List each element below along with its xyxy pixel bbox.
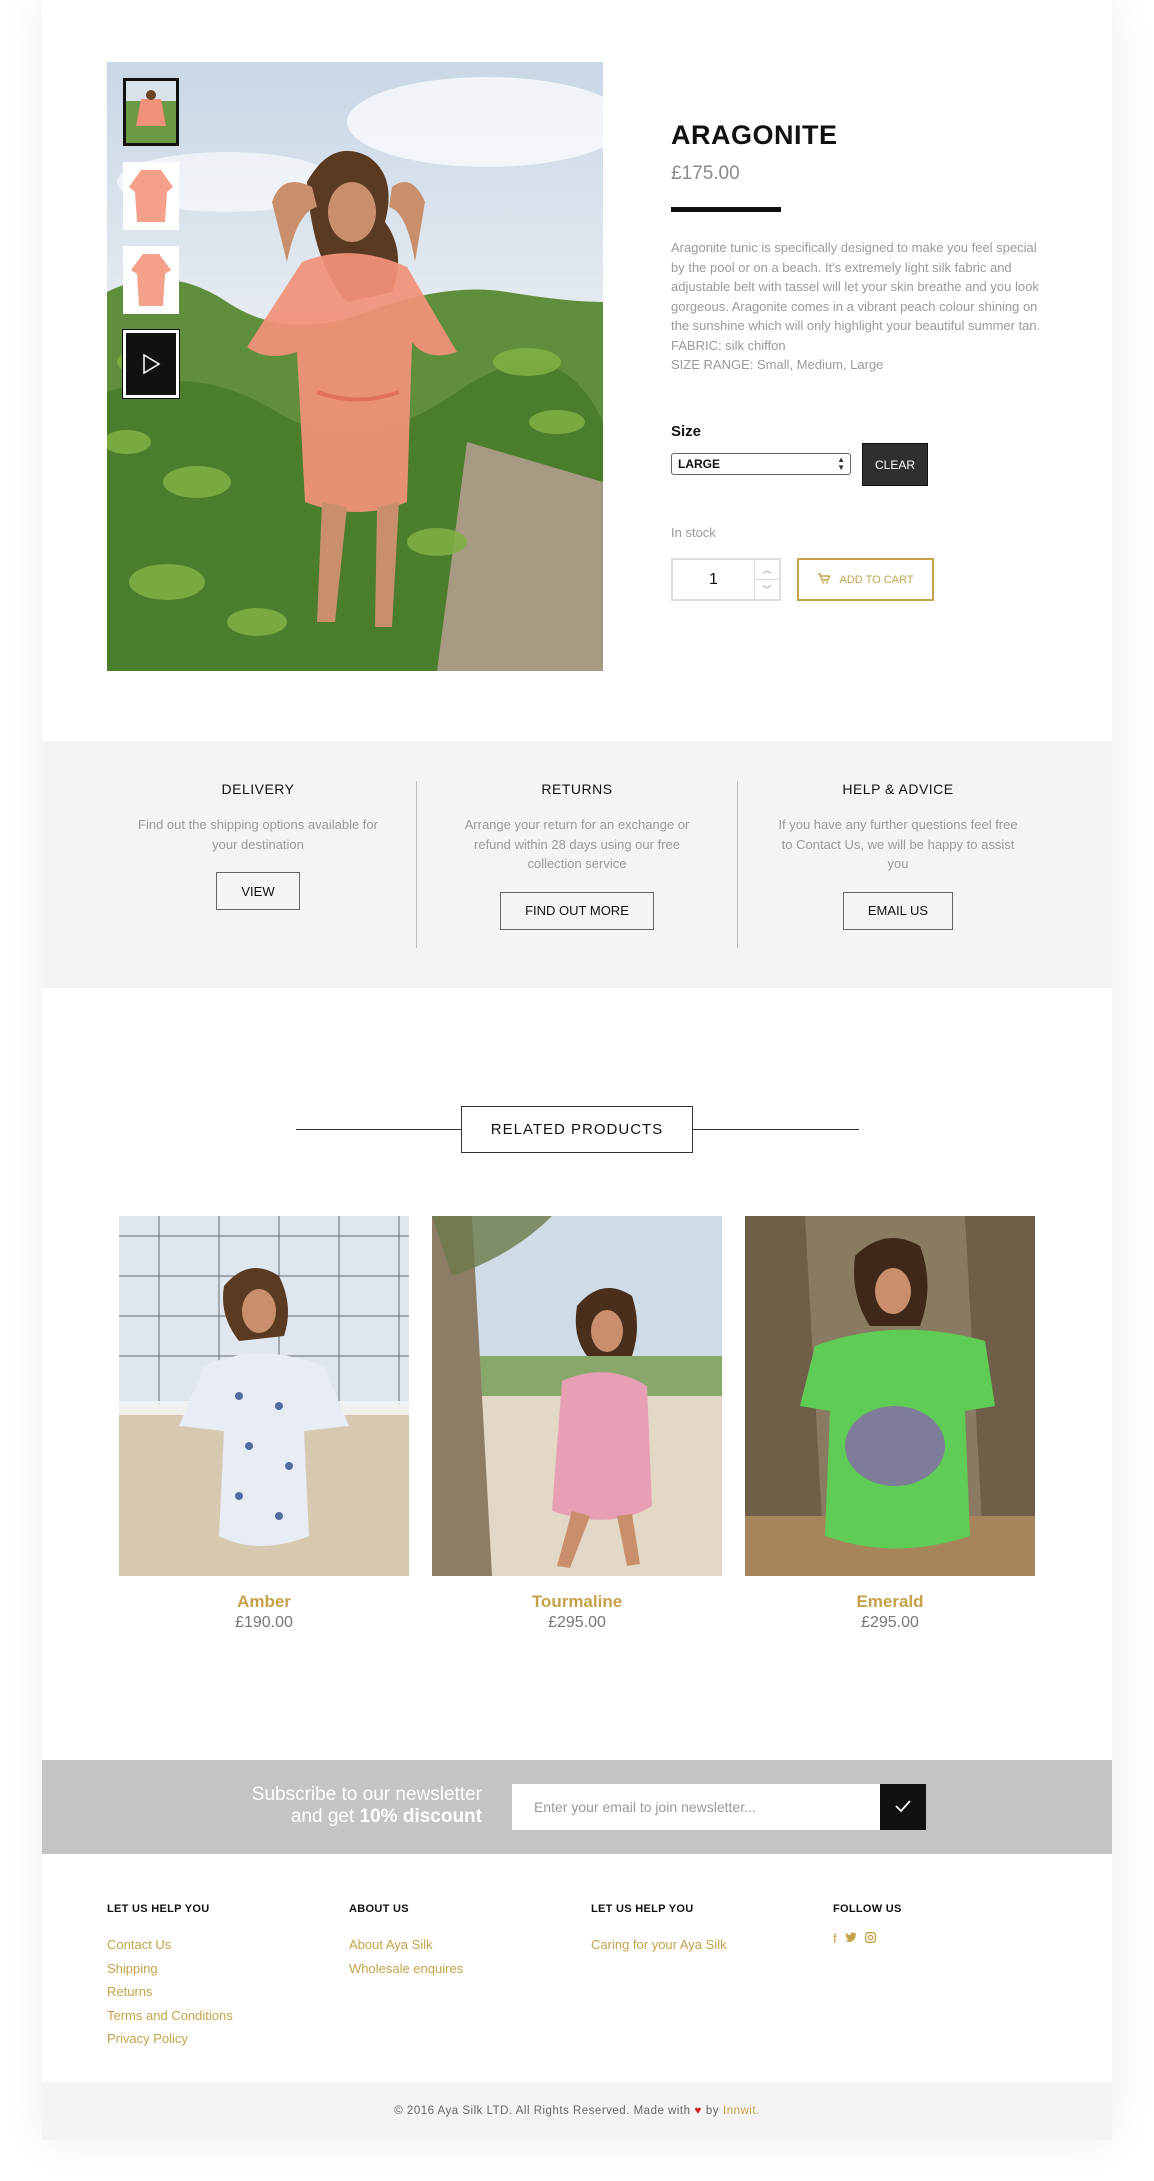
- newsletter-submit-button[interactable]: [880, 1784, 926, 1830]
- fabric-text: FABRIC: silk chiffon: [671, 337, 786, 353]
- quantity-step-buttons: ︿ ﹀: [755, 560, 779, 599]
- quantity-decrease-button[interactable]: ﹀: [755, 579, 779, 599]
- description-text: Aragonite tunic is specifically designed…: [671, 240, 1041, 333]
- related-product-price: £295.00: [861, 1614, 919, 1631]
- related-product-price: £190.00: [235, 1614, 293, 1631]
- newsletter-bar: Subscribe to our newsletter and get 10% …: [42, 1760, 1112, 1854]
- related-product-name[interactable]: Amber: [119, 1592, 409, 1612]
- footer-link-contact-us[interactable]: Contact Us: [107, 1933, 337, 1957]
- title-divider: [671, 207, 781, 212]
- instagram-icon[interactable]: [864, 1931, 876, 1946]
- returns-column: RETURNS Arrange your return for an excha…: [417, 781, 737, 930]
- related-product-name[interactable]: Tourmaline: [432, 1592, 722, 1612]
- related-product-image[interactable]: [432, 1216, 722, 1576]
- size-range-text: SIZE RANGE: Small, Medium, Large: [671, 357, 884, 372]
- footer-link-returns[interactable]: Returns: [107, 1980, 337, 2004]
- copyright-bar: © 2016 Aya Silk LTD. All Rights Reserved…: [42, 2082, 1112, 2140]
- select-arrows-icon: ▲ ▼: [837, 455, 845, 472]
- related-line-left: [296, 1129, 461, 1130]
- footer-column-follow: FOLLOW US f: [833, 1903, 1063, 1946]
- footer-heading: FOLLOW US: [833, 1903, 902, 1915]
- credit-link[interactable]: Innwit.: [723, 2105, 760, 2117]
- help-column: HELP & ADVICE If you have any further qu…: [738, 781, 1058, 930]
- facebook-icon[interactable]: f: [833, 1931, 837, 1946]
- thumbnail-1[interactable]: [123, 78, 179, 146]
- thumbnail-3[interactable]: [123, 246, 179, 314]
- delivery-text: Find out the shipping options available …: [138, 817, 378, 852]
- help-text: If you have any further questions feel f…: [778, 817, 1018, 871]
- footer-column-help: LET US HELP YOU Contact Us Shipping Retu…: [107, 1903, 337, 2051]
- add-to-cart-button[interactable]: ADD TO CART: [797, 558, 934, 601]
- chevron-up-icon: ︿: [762, 565, 772, 575]
- footer-heading: ABOUT US: [349, 1903, 409, 1915]
- email-us-button[interactable]: EMAIL US: [842, 891, 954, 930]
- related-line-right: [693, 1129, 859, 1130]
- delivery-column: DELIVERY Find out the shipping options a…: [98, 781, 418, 910]
- delivery-title: DELIVERY: [221, 781, 295, 797]
- product-title: ARAGONITE: [671, 120, 838, 150]
- play-icon: [140, 353, 162, 375]
- newsletter-text: Subscribe to our newsletter and get 10% …: [252, 1784, 482, 1828]
- footer-links: Caring for your Aya Silk: [591, 1933, 821, 1957]
- product-main-image[interactable]: [107, 62, 603, 671]
- newsletter-line-2-prefix: and get: [290, 1806, 360, 1827]
- footer-heading: LET US HELP YOU: [107, 1903, 210, 1915]
- copyright-text: © 2016 Aya Silk LTD. All Rights Reserved…: [394, 2105, 691, 2117]
- footer-link-terms[interactable]: Terms and Conditions: [107, 2004, 337, 2028]
- cart-icon: [817, 572, 831, 587]
- quantity-increase-button[interactable]: ︿: [755, 560, 779, 579]
- quantity-input[interactable]: 1: [673, 560, 755, 599]
- returns-title: RETURNS: [541, 781, 613, 797]
- newsletter-line-1: Subscribe to our newsletter: [251, 1784, 482, 1805]
- footer-link-shipping[interactable]: Shipping: [107, 1957, 337, 1981]
- clear-button[interactable]: CLEAR: [862, 443, 928, 486]
- footer-link-privacy[interactable]: Privacy Policy: [107, 2027, 337, 2051]
- social-links: f: [833, 1931, 1063, 1946]
- related-product-name[interactable]: Emerald: [745, 1592, 1035, 1612]
- footer-link-about[interactable]: About Aya Silk: [349, 1933, 579, 1957]
- chevron-down-icon: ﹀: [762, 585, 772, 595]
- thumbnail-2[interactable]: [123, 162, 179, 230]
- size-select[interactable]: LARGE ▲ ▼: [671, 453, 851, 475]
- quantity-stepper: 1 ︿ ﹀: [671, 558, 781, 601]
- size-label: Size: [671, 423, 702, 440]
- related-product-image[interactable]: [119, 1216, 409, 1576]
- help-title: HELP & ADVICE: [842, 781, 954, 797]
- stock-status: In stock: [671, 525, 716, 540]
- newsletter-line-2: and get 10% discount: [252, 1806, 482, 1828]
- related-product-card[interactable]: Tourmaline £295.00: [432, 1216, 722, 1632]
- related-product-card[interactable]: Amber £190.00: [119, 1216, 409, 1632]
- thumbnail-list: [122, 78, 180, 414]
- service-info-strip: DELIVERY Find out the shipping options a…: [42, 741, 1112, 988]
- view-delivery-button[interactable]: VIEW: [216, 872, 300, 910]
- footer-column-about: ABOUT US About Aya Silk Wholesale enquir…: [349, 1903, 579, 1980]
- footer-link-wholesale[interactable]: Wholesale enquires: [349, 1957, 579, 1981]
- discount-text: 10% discount: [359, 1806, 482, 1827]
- size-select-value: LARGE: [678, 457, 720, 471]
- product-info: ARAGONITE £175.00 Aragonite tunic is spe…: [671, 120, 1091, 375]
- footer-links: About Aya Silk Wholesale enquires: [349, 1933, 579, 1980]
- add-to-cart-label: ADD TO CART: [839, 573, 914, 586]
- newsletter-email-input[interactable]: Enter your email to join newsletter...: [512, 1784, 880, 1830]
- video-thumbnail[interactable]: [122, 329, 180, 399]
- footer-link-caring[interactable]: Caring for your Aya Silk: [591, 1933, 821, 1957]
- related-products-title: RELATED PRODUCTS: [461, 1106, 693, 1153]
- footer-column-care: LET US HELP YOU Caring for your Aya Silk: [591, 1903, 821, 1957]
- footer-heading: LET US HELP YOU: [591, 1903, 694, 1915]
- copyright-by: by: [705, 2105, 719, 2117]
- product-gallery: [107, 62, 603, 671]
- related-product-image[interactable]: [745, 1216, 1035, 1576]
- product-description: Aragonite tunic is specifically designed…: [671, 238, 1051, 375]
- heart-icon: ♥: [694, 2105, 702, 2117]
- footer-links: Contact Us Shipping Returns Terms and Co…: [107, 1933, 337, 2051]
- twitter-icon[interactable]: [844, 1931, 857, 1946]
- find-out-more-button[interactable]: FIND OUT MORE: [500, 891, 654, 930]
- page: ARAGONITE £175.00 Aragonite tunic is spe…: [42, 0, 1112, 2140]
- product-price: £175.00: [671, 163, 740, 184]
- related-product-card[interactable]: Emerald £295.00: [745, 1216, 1035, 1632]
- checkmark-icon: [894, 1796, 912, 1819]
- related-product-price: £295.00: [548, 1614, 606, 1631]
- returns-text: Arrange your return for an exchange or r…: [464, 817, 690, 871]
